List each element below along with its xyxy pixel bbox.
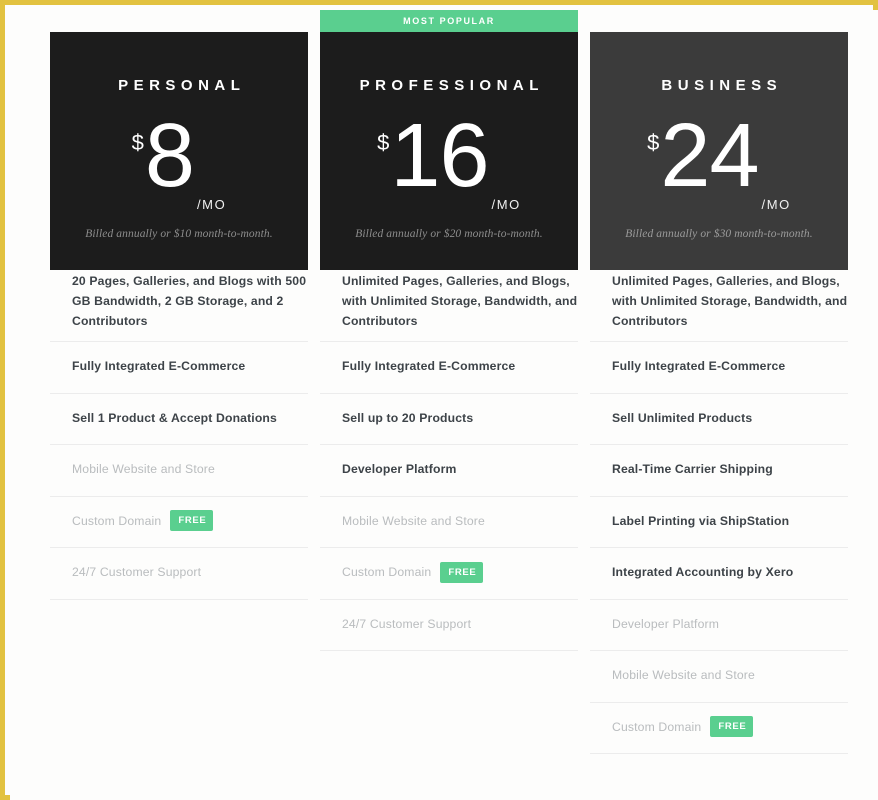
plan-header-card: PERSONAL $8/MO Billed annually or $10 mont… — [50, 32, 308, 270]
feature-row: Sell up to 20 Products — [320, 394, 578, 445]
plan-name: BUSINESS — [661, 77, 783, 94]
most-popular-banner: MOST POPULAR — [320, 10, 578, 32]
feature-label: Sell up to 20 Products — [342, 410, 474, 425]
billing-note: Billed annually or $20 month-to-month. — [355, 228, 543, 240]
feature-label: 24/7 Customer Support — [72, 565, 202, 580]
feature-label: Custom Domain — [612, 719, 702, 734]
feature-label: Real-Time Carrier Shipping — [612, 462, 773, 477]
plan-name: PERSONAL — [118, 77, 246, 94]
feature-list: Unlimited Pages, Galleries, and Blogs, w… — [590, 270, 848, 754]
feature-row: Developer Platform — [320, 445, 578, 497]
feature-label: Integrated Accounting by Xero — [612, 565, 794, 580]
currency-symbol: $ — [377, 130, 390, 155]
feature-row: 20 Pages, Galleries, and Blogs with 500 … — [50, 270, 308, 342]
feature-list: 20 Pages, Galleries, and Blogs with 500 … — [50, 270, 308, 600]
feature-label: Unlimited Pages, Galleries, and Blogs, w… — [342, 274, 578, 328]
page-background: PERSONAL $8/MO Billed annually or $10 mont… — [10, 10, 878, 800]
currency-symbol: $ — [647, 130, 660, 155]
pricing-table: PERSONAL $8/MO Billed annually or $10 mont… — [10, 10, 878, 800]
feature-row: Mobile Website and Store — [590, 651, 848, 703]
feature-label: Fully Integrated E-Commerce — [72, 359, 246, 374]
feature-label: 24/7 Customer Support — [342, 616, 472, 631]
price-period: /MO — [761, 197, 791, 212]
feature-row: Sell 1 Product & Accept Donations — [50, 394, 308, 445]
feature-label: Custom Domain — [72, 513, 162, 528]
pricing-column: PERSONAL $8/MO Billed annually or $10 mont… — [50, 10, 308, 600]
feature-row: Mobile Website and Store — [50, 445, 308, 497]
feature-label: Fully Integrated E-Commerce — [612, 359, 786, 374]
feature-row: Sell Unlimited Products — [590, 394, 848, 445]
plan-header-card: PROFESSIONAL $16/MO Billed annually or $20… — [320, 32, 578, 270]
feature-row: Unlimited Pages, Galleries, and Blogs, w… — [590, 270, 848, 342]
feature-row: Mobile Website and Store — [320, 497, 578, 548]
feature-row: Custom Domain FREE — [50, 497, 308, 548]
feature-row: 24/7 Customer Support — [320, 600, 578, 651]
page-frame: PERSONAL $8/MO Billed annually or $10 mont… — [0, 0, 878, 800]
price-row: $16/MO — [320, 106, 578, 224]
price-row: $8/MO — [50, 106, 308, 224]
banner-spacer — [590, 10, 848, 32]
feature-label: Sell 1 Product & Accept Donations — [72, 410, 277, 425]
price-amount: 24 — [660, 106, 759, 206]
free-badge: FREE — [710, 716, 754, 738]
feature-row: Label Printing via ShipStation — [590, 497, 848, 548]
feature-label: Custom Domain — [342, 565, 432, 580]
feature-label: Mobile Website and Store — [342, 513, 485, 528]
feature-label: 20 Pages, Galleries, and Blogs with 500 … — [72, 274, 307, 328]
free-badge: FREE — [170, 510, 214, 532]
feature-row: Fully Integrated E-Commerce — [590, 342, 848, 394]
feature-label: Developer Platform — [612, 616, 720, 631]
feature-row: 24/7 Customer Support — [50, 548, 308, 600]
currency-symbol: $ — [131, 130, 144, 155]
feature-label: Fully Integrated E-Commerce — [342, 359, 516, 374]
price-row: $24/MO — [590, 106, 848, 224]
pricing-column: MOST POPULAR PROFESSIONAL $16/MO Billed ann… — [320, 10, 578, 651]
feature-row: Custom Domain FREE — [590, 703, 848, 754]
price-period: /MO — [196, 197, 227, 212]
price-period: /MO — [491, 197, 521, 212]
free-badge: FREE — [440, 561, 484, 583]
price-amount: 16 — [390, 106, 489, 206]
feature-label: Sell Unlimited Products — [612, 410, 753, 425]
price-amount: 8 — [144, 106, 195, 206]
feature-row: Integrated Accounting by Xero — [590, 548, 848, 600]
feature-label: Mobile Website and Store — [612, 668, 755, 683]
feature-row: Developer Platform — [590, 600, 848, 651]
billing-note: Billed annually or $30 month-to-month. — [625, 228, 813, 240]
feature-row: Unlimited Pages, Galleries, and Blogs, w… — [320, 270, 578, 342]
feature-label: Mobile Website and Store — [72, 462, 215, 477]
feature-row: Custom Domain FREE — [320, 548, 578, 600]
feature-label: Unlimited Pages, Galleries, and Blogs, w… — [612, 274, 848, 328]
billing-note: Billed annually or $10 month-to-month. — [85, 228, 273, 240]
feature-row: Fully Integrated E-Commerce — [320, 342, 578, 394]
feature-row: Fully Integrated E-Commerce — [50, 342, 308, 394]
feature-label: Developer Platform — [342, 462, 457, 477]
pricing-column: BUSINESS $24/MO Billed annually or $30 mon… — [590, 10, 848, 754]
plan-header-card: BUSINESS $24/MO Billed annually or $30 mon… — [590, 32, 848, 270]
feature-label: Label Printing via ShipStation — [612, 513, 790, 528]
feature-list: Unlimited Pages, Galleries, and Blogs, w… — [320, 270, 578, 651]
plan-name: PROFESSIONAL — [359, 77, 544, 94]
feature-row: Real-Time Carrier Shipping — [590, 445, 848, 497]
banner-spacer — [50, 10, 308, 32]
